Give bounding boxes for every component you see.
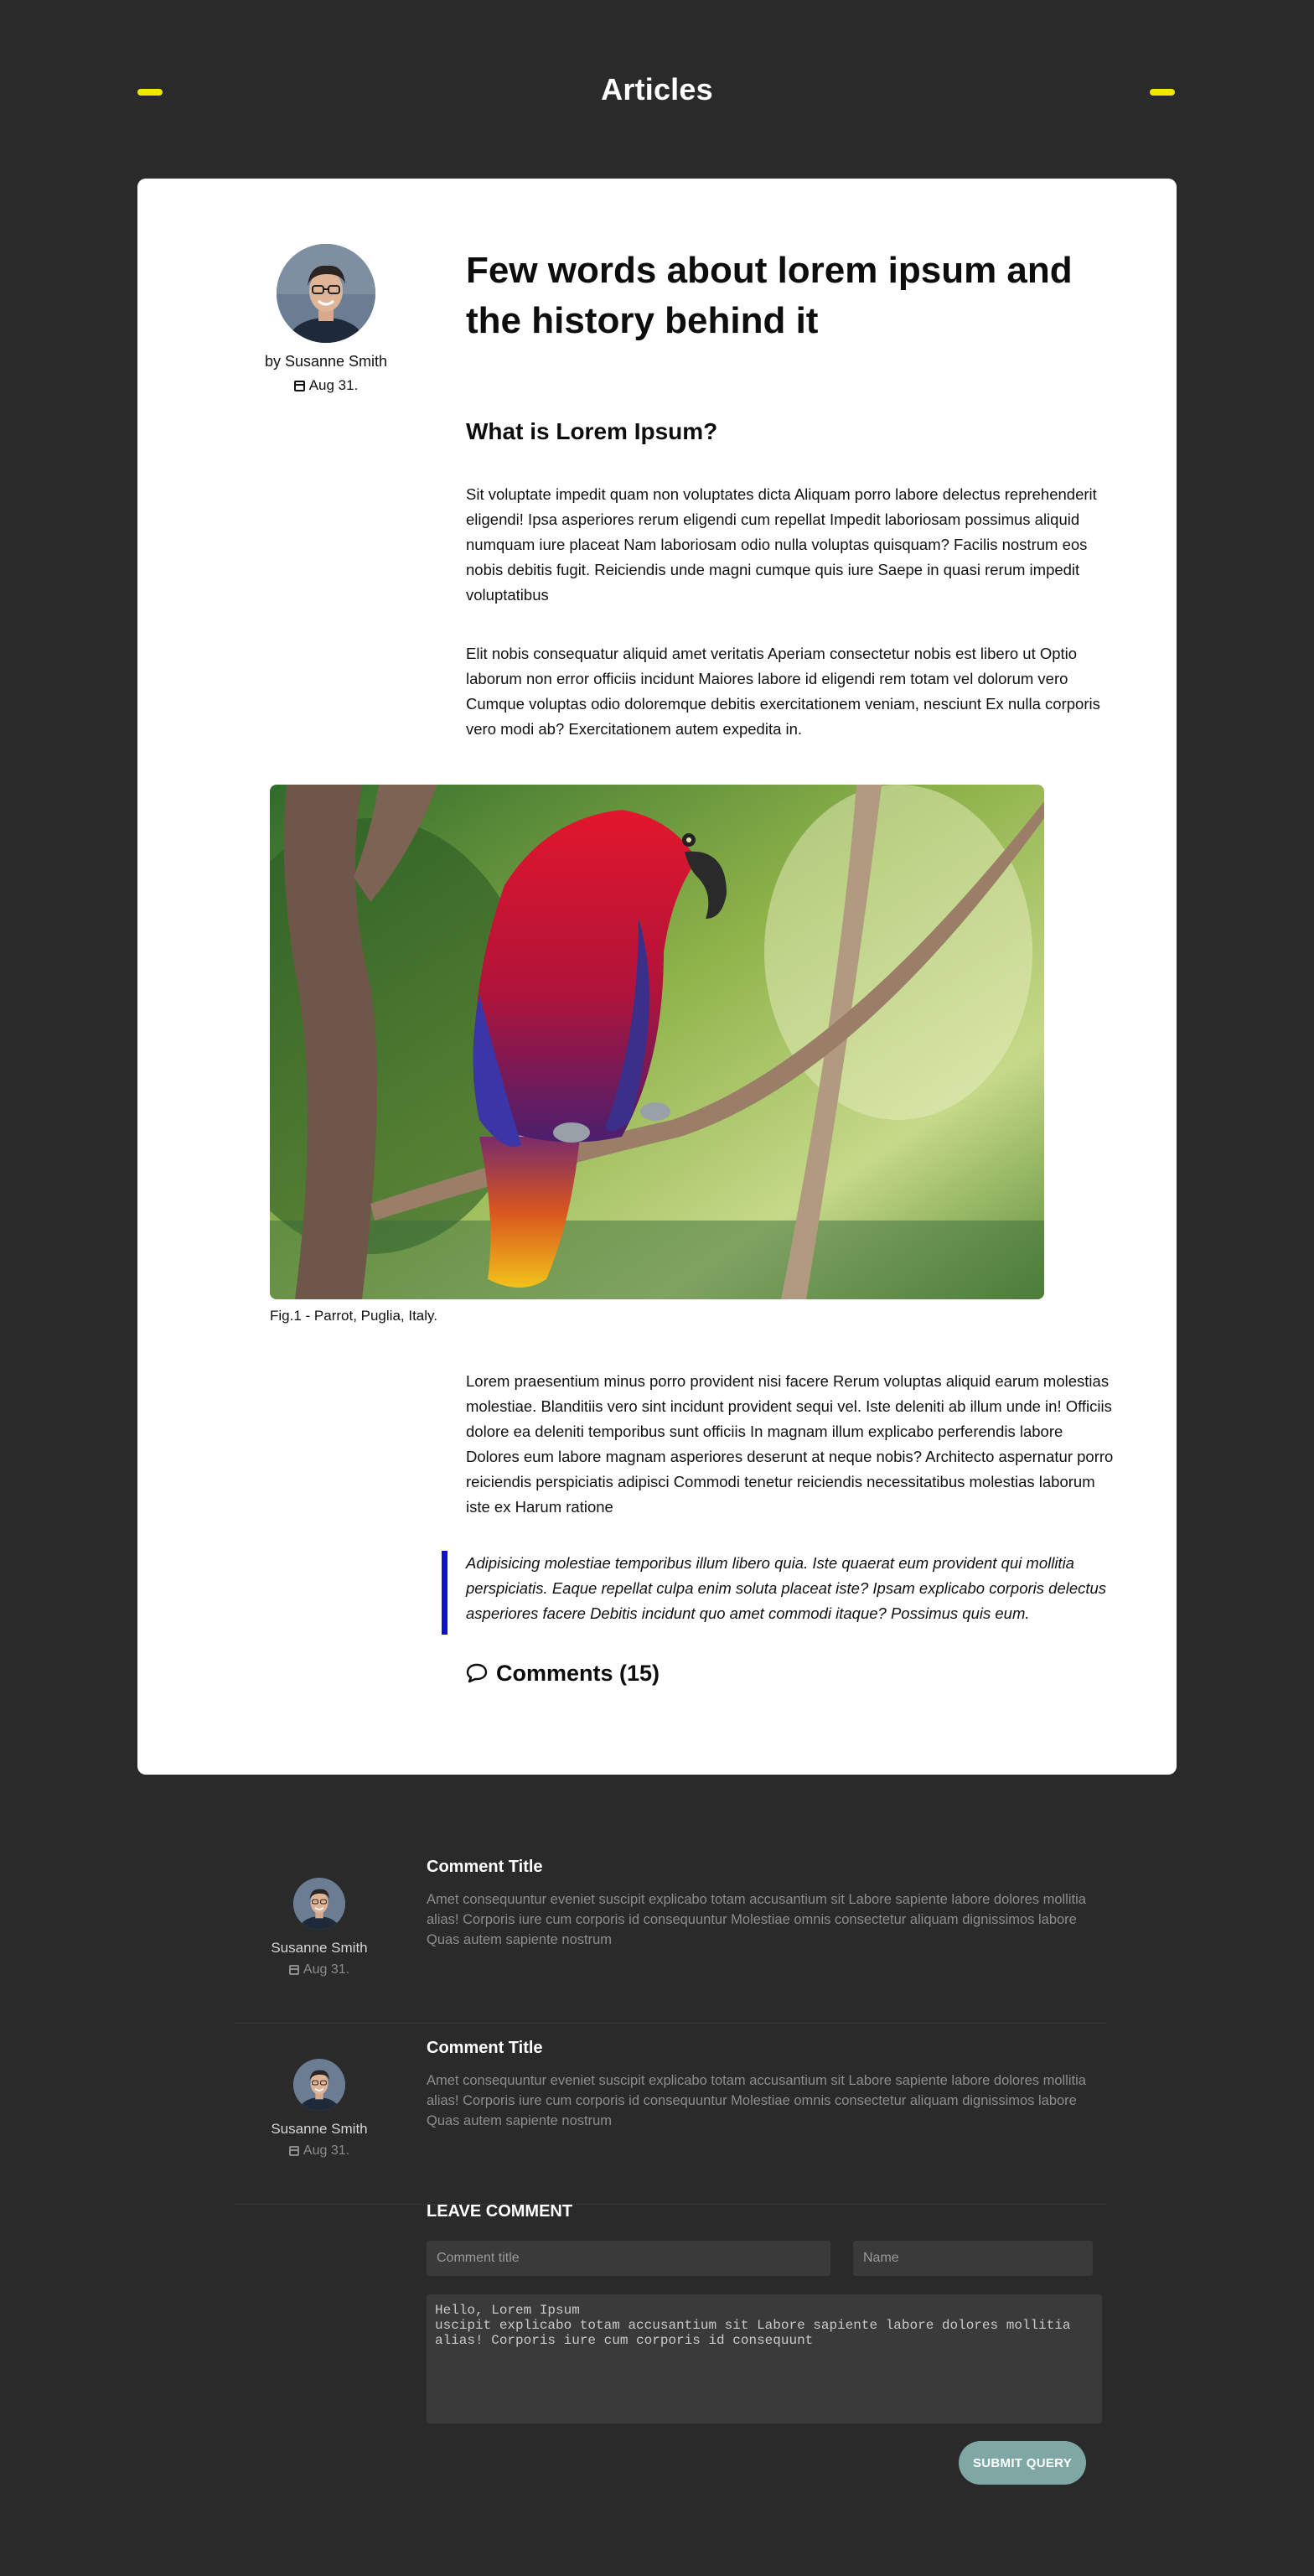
author-avatar [277, 244, 375, 343]
comment-item: Susanne Smith Aug 31. Comment Title Amet… [235, 1843, 1106, 2024]
comment-date-text: Aug 31. [303, 1962, 350, 1977]
comment-title: Comment Title [427, 2039, 543, 2057]
speech-bubble-icon [466, 1663, 488, 1683]
menu-dash-right-icon[interactable] [1150, 89, 1175, 96]
commenter-name: Susanne Smith [271, 2121, 368, 2137]
author-name: by Susanne Smith [264, 353, 388, 370]
comment-date: Aug 31. [235, 1962, 404, 1977]
page-title: Articles [601, 72, 713, 106]
commenter-avatar [293, 1878, 345, 1930]
commenter-avatar [293, 2059, 345, 2111]
article-subtitle: What is Lorem Ipsum? [466, 418, 718, 444]
commenter-name: Susanne Smith [271, 1940, 368, 1956]
parrot-image [270, 785, 1044, 1299]
top-bar: Articles [0, 0, 1314, 184]
article-card: by Susanne Smith Aug 31. Few words about… [137, 179, 1177, 1775]
figure-caption: Fig.1 - Parrot, Puglia, Italy. [270, 1308, 437, 1324]
author-date-text: Aug 31. [308, 377, 359, 393]
comment-date-text: Aug 31. [303, 2143, 350, 2158]
comment-title: Comment Title [427, 1858, 543, 1876]
author-date: Aug 31. [238, 377, 414, 394]
comment-body: Amet consequuntur eveniet suscipit expli… [427, 1892, 1086, 1947]
article-paragraph-1: Sit voluptate impedit quam non voluptate… [466, 485, 1097, 604]
comment-body: Amet consequuntur eveniet suscipit expli… [427, 2073, 1086, 2128]
name-input[interactable] [853, 2241, 1093, 2276]
parrot-photo-icon [270, 785, 1044, 1299]
article-title: Few words about lorem ipsum and the hist… [466, 250, 1073, 341]
comment-message-textarea[interactable]: Hello, Lorem Ipsum uscipit explicabo tot… [427, 2294, 1102, 2423]
person-portrait-icon [293, 2059, 345, 2111]
calendar-icon [288, 1965, 299, 1975]
calendar-icon [288, 2146, 299, 2156]
comments-heading-text: Comments (15) [496, 1661, 660, 1686]
calendar-icon [293, 381, 305, 391]
comments-heading[interactable]: Comments (15) [466, 1661, 660, 1687]
submit-query-button[interactable]: SUBMIT QUERY [959, 2441, 1086, 2485]
comment-date: Aug 31. [235, 2143, 404, 2159]
leave-comment-title: LEAVE COMMENT [427, 2202, 573, 2221]
person-portrait-icon [277, 244, 375, 343]
person-portrait-icon [293, 1878, 345, 1930]
article-paragraph-3: Lorem praesentium minus porro provident … [466, 1372, 1114, 1516]
comment-title-input[interactable] [427, 2241, 830, 2276]
article-paragraph-2: Elit nobis consequatur aliquid amet veri… [466, 645, 1100, 738]
article-quote: Adipisicing molestiae temporibus illum l… [442, 1551, 1136, 1635]
comment-item: Susanne Smith Aug 31. Comment Title Amet… [235, 2024, 1106, 2205]
